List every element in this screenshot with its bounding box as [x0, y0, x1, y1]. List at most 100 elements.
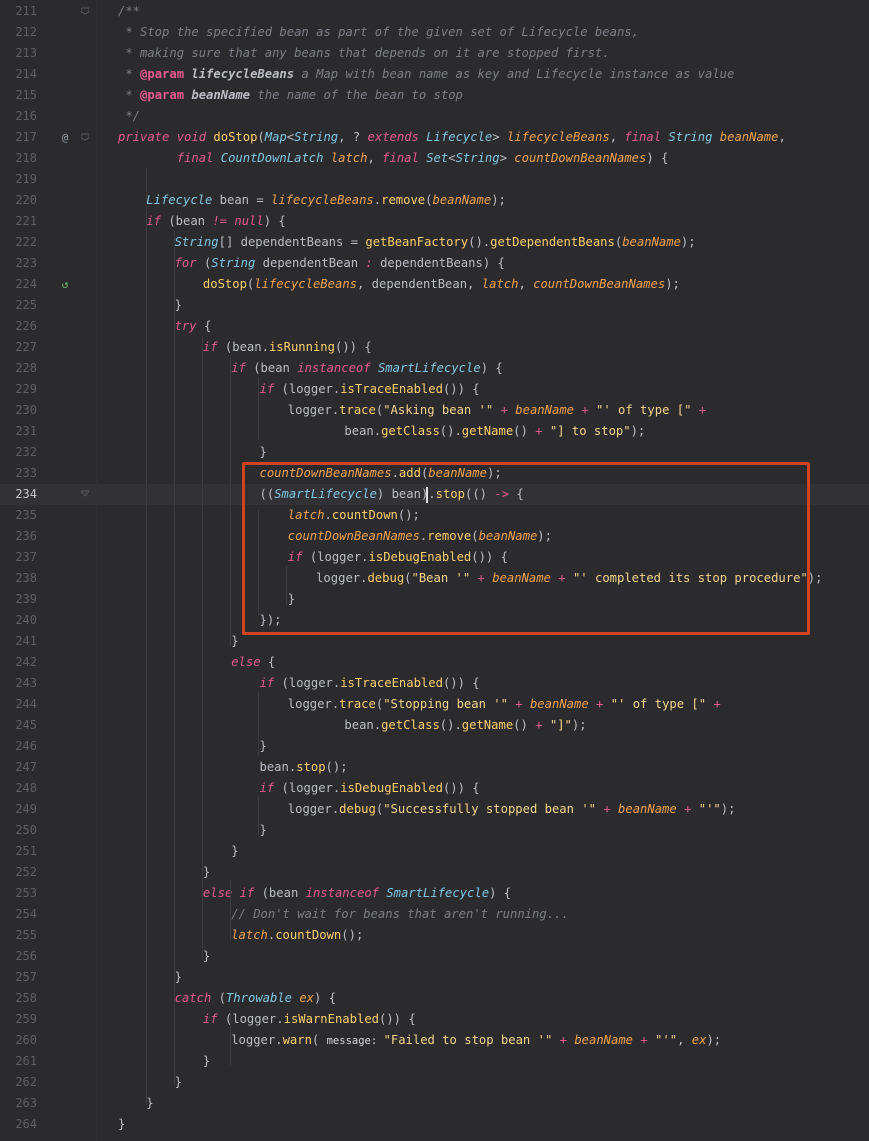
line-number[interactable]: 237 [0, 547, 37, 568]
line-number[interactable]: 214 [0, 64, 37, 85]
line-number[interactable]: 217 [0, 127, 37, 148]
code-line[interactable]: 250} [0, 820, 869, 841]
code-line[interactable]: 225} [0, 295, 869, 316]
code-line[interactable]: 224 ↺ doStop(lifecycleBeans, dependentBean… [0, 274, 869, 295]
line-number[interactable]: 258 [0, 988, 37, 1009]
line-number[interactable]: 234 [0, 484, 37, 505]
line-number[interactable]: 250 [0, 820, 37, 841]
line-number[interactable]: 255 [0, 925, 37, 946]
code-line[interactable]: 257} [0, 967, 869, 988]
line-number[interactable]: 243 [0, 673, 37, 694]
code-line[interactable]: 244 logger.trace("Stopping bean '" + bean… [0, 694, 869, 715]
code-line[interactable]: 226 try { [0, 316, 869, 337]
code-editor[interactable]: 211 /** 212 * Stop the specified bean as p… [0, 0, 869, 1141]
line-number[interactable]: 216 [0, 106, 37, 127]
recursion-icon[interactable]: ↺ [59, 274, 71, 295]
code-line[interactable]: 260 logger.warn( message: "Failed to stop… [0, 1030, 869, 1051]
line-number[interactable]: 257 [0, 967, 37, 988]
code-line[interactable]: 216 */ [0, 106, 869, 127]
line-number[interactable]: 248 [0, 778, 37, 799]
line-number[interactable]: 261 [0, 1051, 37, 1072]
code-line[interactable]: 251} [0, 841, 869, 862]
line-number[interactable]: 240 [0, 610, 37, 631]
code-line[interactable]: 218 final CountDownLatch latch, final Se… [0, 148, 869, 169]
code-line[interactable]: 245 bean.getClass().getName() + "]"); [0, 715, 869, 736]
line-number[interactable]: 244 [0, 694, 37, 715]
code-line[interactable]: 229 if (logger.isTraceEnabled()) { [0, 379, 869, 400]
line-number[interactable]: 221 [0, 211, 37, 232]
line-number[interactable]: 212 [0, 22, 37, 43]
line-number[interactable]: 256 [0, 946, 37, 967]
line-number[interactable]: 232 [0, 442, 37, 463]
line-number[interactable]: 225 [0, 295, 37, 316]
line-number[interactable]: 215 [0, 85, 37, 106]
line-number[interactable]: 246 [0, 736, 37, 757]
code-line[interactable]: 212 * Stop the specified bean as part of… [0, 22, 869, 43]
code-line[interactable]: 231 bean.getClass().getName() + "] to sto… [0, 421, 869, 442]
line-number[interactable]: 247 [0, 757, 37, 778]
code-line[interactable]: 258 catch (Throwable ex) { [0, 988, 869, 1009]
code-line[interactable]: 211 /** [0, 1, 869, 22]
fold-icon[interactable] [81, 490, 89, 498]
line-number[interactable]: 230 [0, 400, 37, 421]
code-line[interactable]: 221 if (bean != null) { [0, 211, 869, 232]
code-line[interactable]: 249 logger.debug("Successfully stopped be… [0, 799, 869, 820]
line-number[interactable]: 219 [0, 169, 37, 190]
code-line[interactable]: 227 if (bean.isRunning()) { [0, 337, 869, 358]
line-number[interactable]: 236 [0, 526, 37, 547]
code-line[interactable]: 215 * @param beanName the name of the be… [0, 85, 869, 106]
fold-icon[interactable] [81, 133, 89, 141]
fold-icon[interactable] [81, 7, 89, 15]
code-line[interactable]: 228 if (bean instanceof SmartLifecycle) { [0, 358, 869, 379]
line-number[interactable]: 259 [0, 1009, 37, 1030]
line-number[interactable]: 227 [0, 337, 37, 358]
code-line[interactable]: 252} [0, 862, 869, 883]
code-line[interactable]: 214 * @param lifecycleBeans a Map with b… [0, 64, 869, 85]
at-icon[interactable]: @ [59, 127, 71, 148]
code-line[interactable]: 248 if (logger.isDebugEnabled()) { [0, 778, 869, 799]
line-number[interactable]: 220 [0, 190, 37, 211]
line-number[interactable]: 249 [0, 799, 37, 820]
line-number[interactable]: 264 [0, 1114, 37, 1135]
line-number[interactable]: 263 [0, 1093, 37, 1114]
code-line[interactable]: 246} [0, 736, 869, 757]
line-number[interactable]: 231 [0, 421, 37, 442]
line-number[interactable]: 260 [0, 1030, 37, 1051]
line-number[interactable]: 222 [0, 232, 37, 253]
code-line[interactable]: 255 latch.countDown(); [0, 925, 869, 946]
code-line[interactable]: 264} [0, 1114, 869, 1135]
code-line[interactable]: 259 if (logger.isWarnEnabled()) { [0, 1009, 869, 1030]
line-number[interactable]: 224 [0, 274, 37, 295]
code-line[interactable]: 220 Lifecycle bean = lifecycleBeans.remov… [0, 190, 869, 211]
line-number[interactable]: 241 [0, 631, 37, 652]
line-number[interactable]: 211 [0, 1, 37, 22]
code-line[interactable]: 223 for (String dependentBean : dependent… [0, 253, 869, 274]
line-number[interactable]: 253 [0, 883, 37, 904]
code-line[interactable]: 261} [0, 1051, 869, 1072]
line-number[interactable]: 229 [0, 379, 37, 400]
code-line[interactable]: 243 if (logger.isTraceEnabled()) { [0, 673, 869, 694]
code-line[interactable]: 253 else if (bean instanceof SmartLifecyc… [0, 883, 869, 904]
code-line[interactable]: 219 [0, 169, 869, 190]
line-number[interactable]: 228 [0, 358, 37, 379]
line-number[interactable]: 238 [0, 568, 37, 589]
code-line[interactable]: 247 bean.stop(); [0, 757, 869, 778]
line-number[interactable]: 262 [0, 1072, 37, 1093]
line-number[interactable]: 254 [0, 904, 37, 925]
line-number[interactable]: 235 [0, 505, 37, 526]
line-number[interactable]: 223 [0, 253, 37, 274]
code-line[interactable]: 242 else { [0, 652, 869, 673]
line-number[interactable]: 245 [0, 715, 37, 736]
line-number[interactable]: 252 [0, 862, 37, 883]
code-line[interactable]: 213 * making sure that any beans that de… [0, 43, 869, 64]
code-line[interactable]: 256} [0, 946, 869, 967]
line-number[interactable]: 251 [0, 841, 37, 862]
code-line[interactable]: 262} [0, 1072, 869, 1093]
line-number[interactable]: 233 [0, 463, 37, 484]
code-line[interactable]: 230 logger.trace("Asking bean '" + beanNa… [0, 400, 869, 421]
code-line[interactable]: 217 @ private void doStop(Map<String, ? ex… [0, 127, 869, 148]
line-number[interactable]: 213 [0, 43, 37, 64]
code-line[interactable]: 254 // Don't wait for beans that aren't r… [0, 904, 869, 925]
code-line[interactable]: 263} [0, 1093, 869, 1114]
line-number[interactable]: 242 [0, 652, 37, 673]
